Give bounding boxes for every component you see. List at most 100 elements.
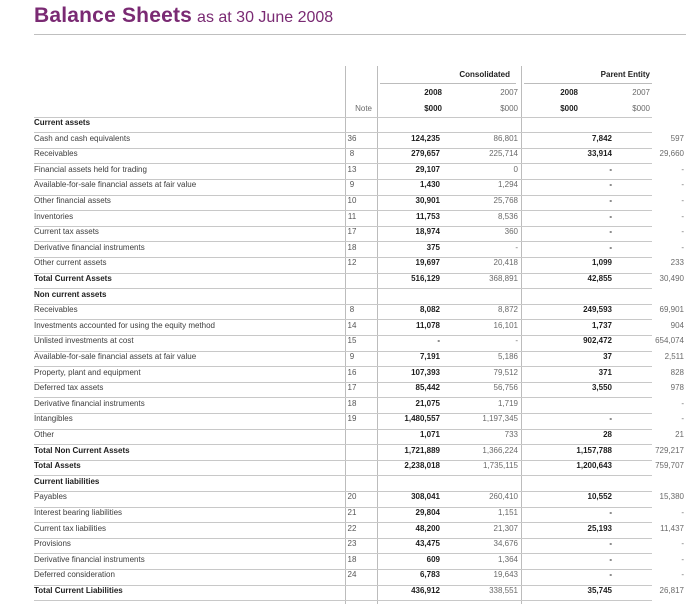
value-col1: 609 [426,554,440,564]
page-title: Balance Sheets as at 30 June 2008 [34,4,333,28]
table-row: Receivables 8 279,657 225,714 33,914 29,660 [34,149,684,163]
value-col1: 29,107 [415,164,440,174]
value-col3: - [609,554,612,564]
row-note: 36 [347,133,357,143]
table-row: Other current assets 12 19,697 20,418 1,099 2… [34,258,684,272]
row-label: Property, plant and equipment [34,367,141,377]
value-col3: - [609,242,612,252]
value-col4: - [681,570,684,580]
value-col2: 360 [504,227,518,237]
value-col3: 42,855 [587,274,612,283]
value-col4: - [681,211,684,221]
value-col1: 1,071 [419,430,440,439]
value-col4: - [681,398,684,408]
row-note: 11 [347,211,357,221]
row-label: Deferred consideration [34,570,115,580]
value-col2: 25,768 [493,196,518,205]
table-row: Derivative financial instruments 18 21,075… [34,398,684,413]
row-note: 20 [347,492,357,502]
value-col3: - [609,539,612,549]
table-row: Provisions 23 43,475 34,676 - - [34,539,684,553]
row-label: Derivative financial instruments [34,398,145,408]
value-col4: - [681,508,684,517]
value-col4: 2,511 [664,352,684,361]
row-label: Unlisted investments at cost [34,336,134,346]
row-label: Receivables [34,149,78,159]
value-col1: 124,235 [411,133,440,143]
table-row: Other 1,071 733 28 21 [34,430,684,444]
row-label: Current liabilities [34,476,100,486]
row-note: 15 [347,336,357,346]
value-col2: 8,536 [497,211,518,221]
value-col3: 3,550 [591,383,612,393]
value-col4: 15,380 [659,492,684,502]
table-row: Derivative financial instruments 18 375 - - - [34,242,684,257]
row-note: 19 [347,414,357,424]
value-col1: 11,078 [415,320,440,330]
value-col4: 654,074 [655,336,684,346]
value-col4: 233 [670,258,684,268]
parent-rule [524,83,652,84]
value-col4: - [681,554,684,564]
value-col3: - [609,180,612,190]
value-col1: 29,804 [415,508,440,517]
table-row: Property, plant and equipment 16 107,393 79… [34,367,684,382]
table-row: Cash and cash equivalents 36 124,235 86,801… [34,133,684,148]
value-col1: 43,475 [415,539,440,549]
row-label: Total Non Current Assets [34,445,130,455]
title-sub: as at 30 June 2008 [197,9,334,26]
table-row: Unlisted investments at cost 15 - - 902,472 6… [34,336,684,350]
value-col1: 1,430 [419,180,440,190]
row-note: 22 [347,523,357,533]
value-col2: 1,364 [497,554,518,564]
value-col2: 1,366,224 [482,445,518,455]
value-col2: 21,307 [493,523,518,533]
total-row: Total Assets 2,238,018 1,735,115 1,200,643 7… [34,461,684,475]
value-col4: - [681,414,684,424]
row-label: Receivables [34,305,78,315]
value-col4: 828 [670,367,684,377]
value-col1: 1,480,557 [404,414,440,424]
value-col2: 1,151 [497,508,518,517]
value-col2: - [515,242,518,252]
total-row: Total Current Liabilities 436,912 338,551 3… [34,586,684,600]
row-note: 24 [347,570,357,580]
value-col4: 11,437 [660,523,684,533]
section-heading: Current assets [34,118,652,132]
row-note: 18 [347,554,357,564]
value-col3: - [609,414,612,424]
value-col3: 1,200,643 [576,461,612,471]
table-row: Other financial assets 10 30,901 25,768 - - [34,196,684,210]
value-col2: 5,186 [497,352,518,361]
table-row: Intangibles 19 1,480,557 1,197,345 - - [34,414,684,428]
value-col4: - [681,227,684,237]
value-col1: 7,191 [419,352,440,361]
parent-entity-header: Parent Entity [600,70,650,79]
value-col2: 1,719 [497,398,518,408]
title-rule [34,34,686,35]
value-col2: 1,735,115 [483,461,518,471]
value-col1: 11,753 [415,211,440,221]
row-rule [34,600,652,602]
table-row: Deferred tax assets 17 85,442 56,756 3,550 97… [34,383,684,397]
value-col3: - [609,164,612,174]
row-label: Payables [34,492,67,502]
total-row: Total Non Current Assets 1,721,889 1,366,2… [34,445,684,460]
row-label: Financial assets held for trading [34,164,147,174]
value-col4: 29,660 [659,149,684,159]
value-col2: 0 [513,164,518,174]
row-note: 16 [347,367,357,377]
table-row: Available-for-sale financial assets at f… [34,352,684,366]
value-col4: 26,817 [659,586,684,595]
value-col2: 79,512 [493,367,518,377]
value-col1: 30,901 [415,196,440,205]
table-row: Inventories 11 11,753 8,536 - - [34,211,684,226]
value-col4: - [681,180,684,190]
table-row: Interest bearing liabilities 21 29,804 1,15… [34,508,684,522]
table-row: Receivables 8 8,082 8,872 249,593 69,901 [34,305,684,319]
row-label: Current tax liabilities [34,523,107,533]
row-note: 23 [347,539,357,549]
value-col3: 35,745 [587,586,612,595]
value-col3: 7,842 [591,133,612,143]
value-col1: 48,200 [415,523,440,533]
